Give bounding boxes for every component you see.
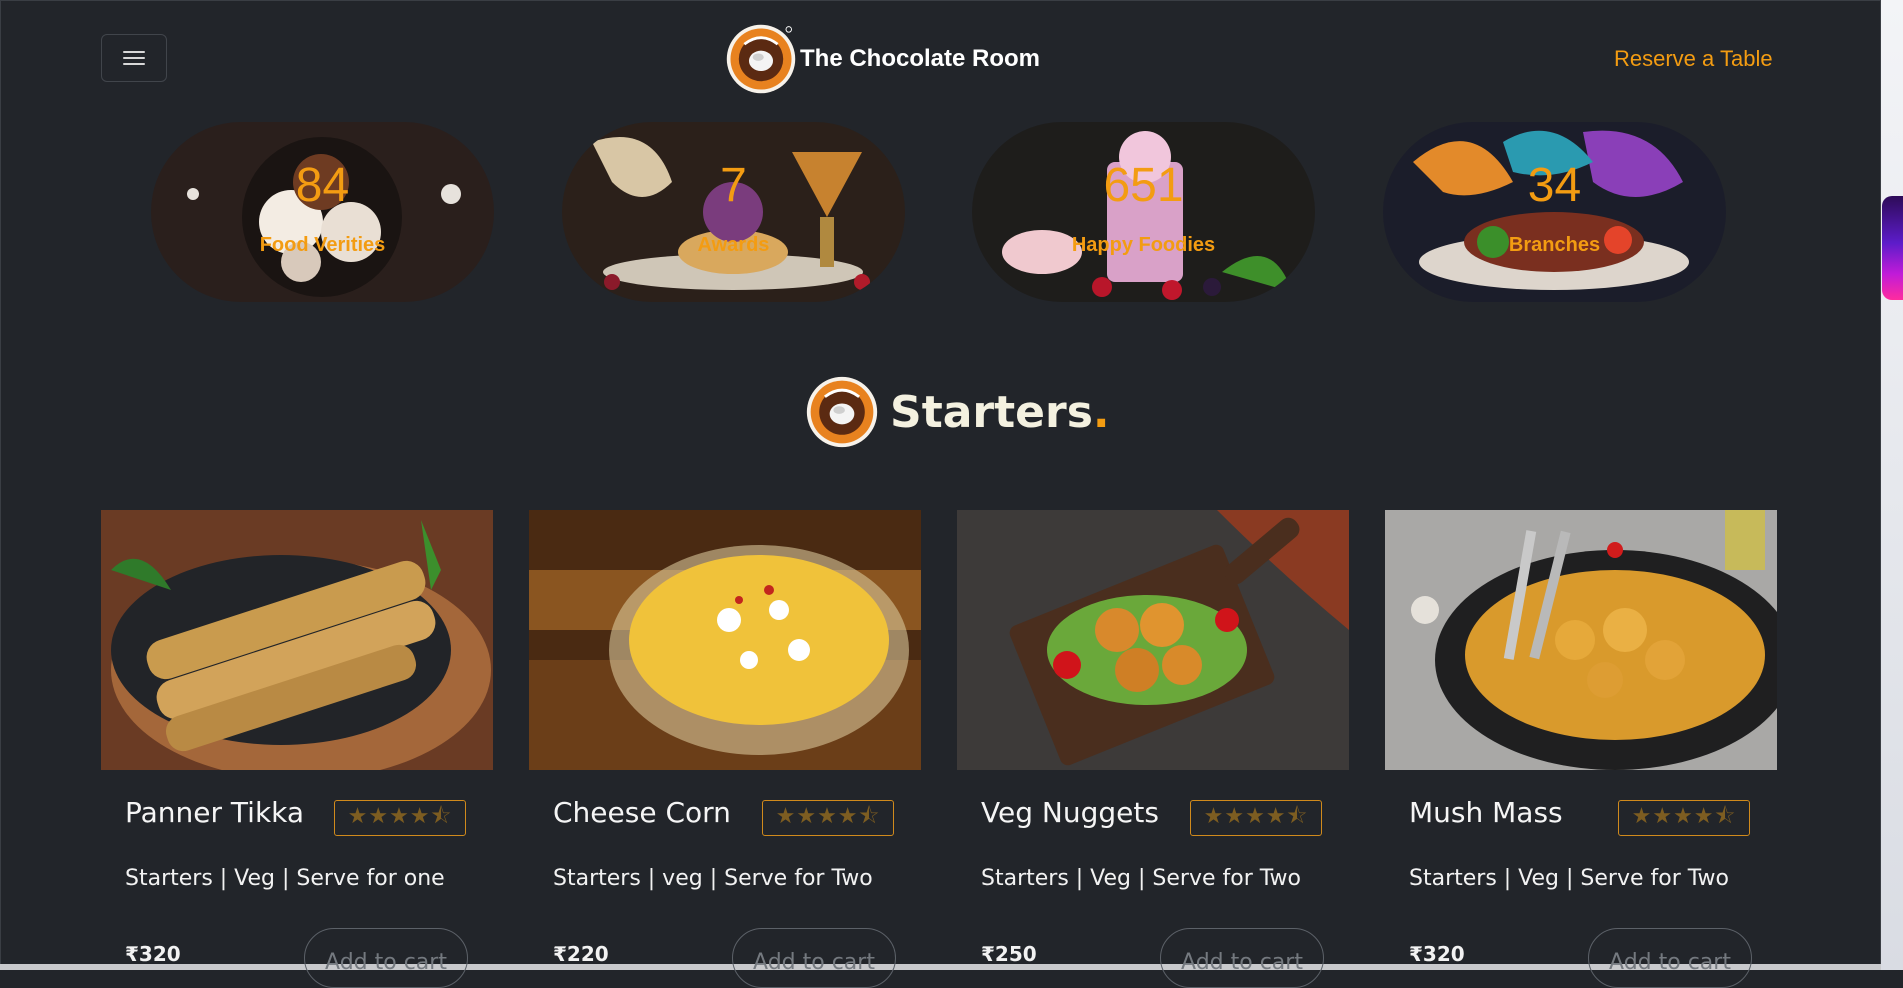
stat-label: Branches [1508,234,1601,256]
menu-card: Mush Mass ★★★★⯪ Starters | Veg | Serve f… [1385,510,1777,988]
add-to-cart-button[interactable]: Add to cart [1160,928,1324,988]
stat-awards: 7 Awards [562,122,905,302]
card-description: Starters | Veg | Serve for Two [1409,866,1730,891]
chocolate-room-logo-icon [726,24,796,94]
section-heading-dot: . [1092,386,1110,438]
card-price: ₹320 [1409,942,1465,966]
add-to-cart-button[interactable]: Add to cart [1588,928,1752,988]
stat-number: 651 [1103,159,1184,212]
stat-number: 7 [720,159,747,212]
stat-number: 84 [295,159,350,212]
card-description: Starters | veg | Serve for Two [553,866,873,891]
section-heading: Starters. [890,387,1110,438]
card-description: Starters | Veg | Serve for one [125,866,445,891]
menu-card: Veg Nuggets ★★★★⯪ Starters | Veg | Serve… [957,510,1349,988]
menu-toggle-button[interactable] [101,34,167,82]
stat-label: Food Verities [259,234,386,256]
food-image[interactable] [1385,510,1777,770]
stat-label: Happy Foodies [1071,234,1216,256]
card-price: ₹220 [553,942,609,966]
card-title: Veg Nuggets [981,796,1159,829]
menu-card: Cheese Corn ★★★★⯪ Starters | veg | Serve… [529,510,921,988]
add-to-cart-button[interactable]: Add to cart [304,928,468,988]
stat-label: Awards [697,234,770,256]
stat-bg-image [972,122,1315,302]
reserve-table-link[interactable]: Reserve a Table [1614,46,1773,72]
stat-number: 34 [1527,159,1582,212]
card-price: ₹250 [981,942,1037,966]
hamburger-icon [123,51,145,65]
brand-name: The Chocolate Room [800,45,1041,72]
card-price: ₹320 [125,942,181,966]
stat-branches: 34 Branches [1383,122,1726,302]
section-heading-text: Starters [890,386,1093,438]
brand[interactable]: The Chocolate Room [724,22,1040,96]
page-scrollbar-thumb[interactable] [1882,196,1903,300]
food-image[interactable] [529,510,921,770]
page-scrollbar-track[interactable] [1881,0,1903,970]
rating-badge: ★★★★⯪ [334,800,466,836]
add-to-cart-button[interactable]: Add to cart [732,928,896,988]
card-title: Mush Mass [1409,796,1563,829]
menu-card: Panner Tikka ★★★★⯪ Starters | Veg | Serv… [101,510,493,988]
food-image[interactable] [101,510,493,770]
stat-food-verities: 84 Food Verities [151,122,494,302]
rating-badge: ★★★★⯪ [1190,800,1322,836]
chocolate-room-logo-icon [806,376,878,448]
section-title: Starters. [804,374,1110,450]
stat-happy-foodies: 651 Happy Foodies [972,122,1315,302]
food-image[interactable] [957,510,1349,770]
card-title: Panner Tikka [125,796,305,829]
card-title: Cheese Corn [553,796,731,829]
stat-bg-image [562,122,905,302]
stat-bg-image [1383,122,1726,302]
rating-badge: ★★★★⯪ [1618,800,1750,836]
stat-bg-image [151,122,494,302]
card-description: Starters | Veg | Serve for Two [981,866,1302,891]
rating-badge: ★★★★⯪ [762,800,894,836]
